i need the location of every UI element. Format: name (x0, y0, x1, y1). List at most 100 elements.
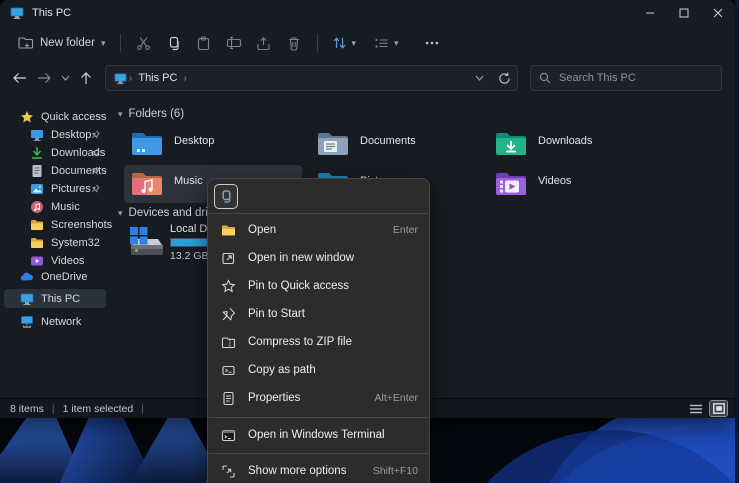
music-icon (30, 200, 44, 214)
toolbar-divider (120, 34, 121, 52)
new-folder-button[interactable]: New folder ▾ (12, 29, 112, 57)
menu-item-label: Copy as path (248, 364, 316, 376)
network-icon (20, 315, 34, 329)
menu-divider (209, 453, 428, 454)
menu-item-open[interactable]: Open Enter (212, 216, 427, 244)
pin-icon (91, 148, 100, 157)
menu-item-label: Open in Windows Terminal (248, 429, 385, 441)
menu-item-open-in-new-window[interactable]: Open in new window (212, 244, 427, 272)
minimize-button[interactable] (633, 0, 667, 26)
sidebar-item-label: Screenshots (51, 219, 112, 231)
sidebar-item-documents[interactable]: Documents (4, 161, 106, 180)
cut-icon (136, 36, 151, 51)
folders-section-header[interactable]: ▾ Folders (6) (118, 108, 184, 120)
breadcrumb[interactable]: This PC (138, 72, 177, 84)
menu-item-copy-as-path[interactable]: Copy as path (212, 356, 427, 384)
menu-item-label: Pin to Start (248, 308, 305, 320)
ellipsis-icon (425, 41, 439, 45)
forward-button[interactable] (32, 66, 56, 90)
menu-divider (209, 417, 428, 418)
toolbar-divider (317, 34, 318, 52)
sidebar-item-quick-access[interactable]: Quick access (4, 107, 106, 126)
search-input[interactable] (559, 72, 709, 84)
large-icons-view-icon (713, 403, 725, 414)
sidebar-item-music[interactable]: Music (4, 197, 106, 216)
more-options-button[interactable] (417, 29, 447, 57)
context-menu-quick-actions (208, 179, 429, 213)
view-button[interactable]: ▾ (368, 29, 405, 57)
sidebar-item-label: OneDrive (41, 271, 87, 283)
sidebar-item-label: Pictures (51, 183, 91, 195)
search-box[interactable] (530, 65, 722, 91)
sidebar-item-system32[interactable]: System32 (4, 233, 106, 252)
paste-button[interactable] (189, 29, 219, 57)
maximize-button[interactable] (667, 0, 701, 26)
sidebar-item-label: System32 (51, 237, 100, 249)
folders-header-label: Folders (6) (129, 108, 185, 120)
sidebar-item-pictures[interactable]: Pictures (4, 179, 106, 198)
folder-tile-downloads[interactable]: Downloads (488, 125, 666, 163)
details-view-button[interactable] (687, 401, 704, 416)
menu-item-properties[interactable]: Properties Alt+Enter (212, 384, 427, 412)
terminal-icon (221, 428, 236, 443)
sidebar-item-desktop[interactable]: Desktop (4, 125, 106, 144)
sidebar-item-onedrive[interactable]: OneDrive (4, 267, 106, 286)
rename-icon (226, 36, 242, 50)
title-bar: This PC (0, 0, 735, 26)
folder-icon (30, 236, 44, 250)
new-folder-icon (18, 36, 34, 50)
menu-item-pin-to-quick-access[interactable]: Pin to Quick access (212, 272, 427, 300)
menu-item-open-in-windows-terminal[interactable]: Open in Windows Terminal (212, 421, 427, 449)
copy-quick-action-button[interactable] (214, 184, 238, 209)
trash-icon (287, 36, 301, 51)
rename-button[interactable] (219, 29, 249, 57)
collapse-chevron-icon: ▾ (118, 109, 123, 120)
back-button[interactable] (8, 66, 32, 90)
share-icon (256, 36, 271, 51)
pin-icon (91, 184, 100, 193)
cut-button[interactable] (129, 29, 159, 57)
sidebar-item-screenshots[interactable]: Screenshots (4, 215, 106, 234)
menu-item-label: Properties (248, 392, 300, 404)
menu-item-pin-to-start[interactable]: Pin to Start (212, 300, 427, 328)
window-title: This PC (32, 7, 71, 19)
downloads-folder-icon (494, 129, 528, 159)
copy-button[interactable] (159, 29, 189, 57)
sort-button[interactable]: ▾ (326, 29, 363, 57)
folder-label: Music (174, 175, 203, 199)
copy-icon (166, 36, 181, 51)
sidebar-item-downloads[interactable]: Downloads (4, 143, 106, 162)
pin-icon (91, 166, 100, 175)
menu-item-show-more-options[interactable]: Show more options Shift+F10 (212, 457, 427, 483)
sidebar-item-label: Desktop (51, 129, 91, 141)
sidebar-item-network[interactable]: Network (4, 312, 106, 331)
pin-star-icon (221, 279, 236, 294)
menu-item-compress-to-zip[interactable]: Compress to ZIP file (212, 328, 427, 356)
chevron-down-icon: ▾ (352, 38, 357, 49)
sidebar-item-this-pc[interactable]: This PC (4, 289, 106, 308)
zip-folder-icon (221, 335, 236, 350)
forward-arrow-icon (37, 72, 51, 84)
view-toggle-group (687, 401, 727, 416)
new-window-icon (221, 251, 236, 266)
close-icon (713, 8, 723, 18)
address-dropdown-icon[interactable] (475, 75, 484, 81)
folder-tile-videos[interactable]: Videos (488, 165, 666, 203)
maximize-icon (679, 8, 689, 18)
delete-button[interactable] (279, 29, 309, 57)
pictures-icon (30, 182, 44, 196)
close-button[interactable] (701, 0, 735, 26)
folder-tile-desktop[interactable]: Desktop (124, 125, 302, 163)
folder-tile-documents[interactable]: Documents (310, 125, 488, 163)
share-button[interactable] (249, 29, 279, 57)
search-icon (539, 72, 551, 84)
refresh-icon[interactable] (498, 72, 511, 85)
up-button[interactable] (74, 66, 98, 90)
address-bar[interactable]: › This PC › (105, 65, 518, 91)
document-icon (30, 164, 44, 178)
large-icons-view-button[interactable] (710, 401, 727, 416)
menu-item-label: Open (248, 224, 276, 236)
videos-icon (30, 254, 44, 268)
recent-locations-button[interactable] (56, 66, 74, 90)
folder-icon (30, 218, 44, 232)
